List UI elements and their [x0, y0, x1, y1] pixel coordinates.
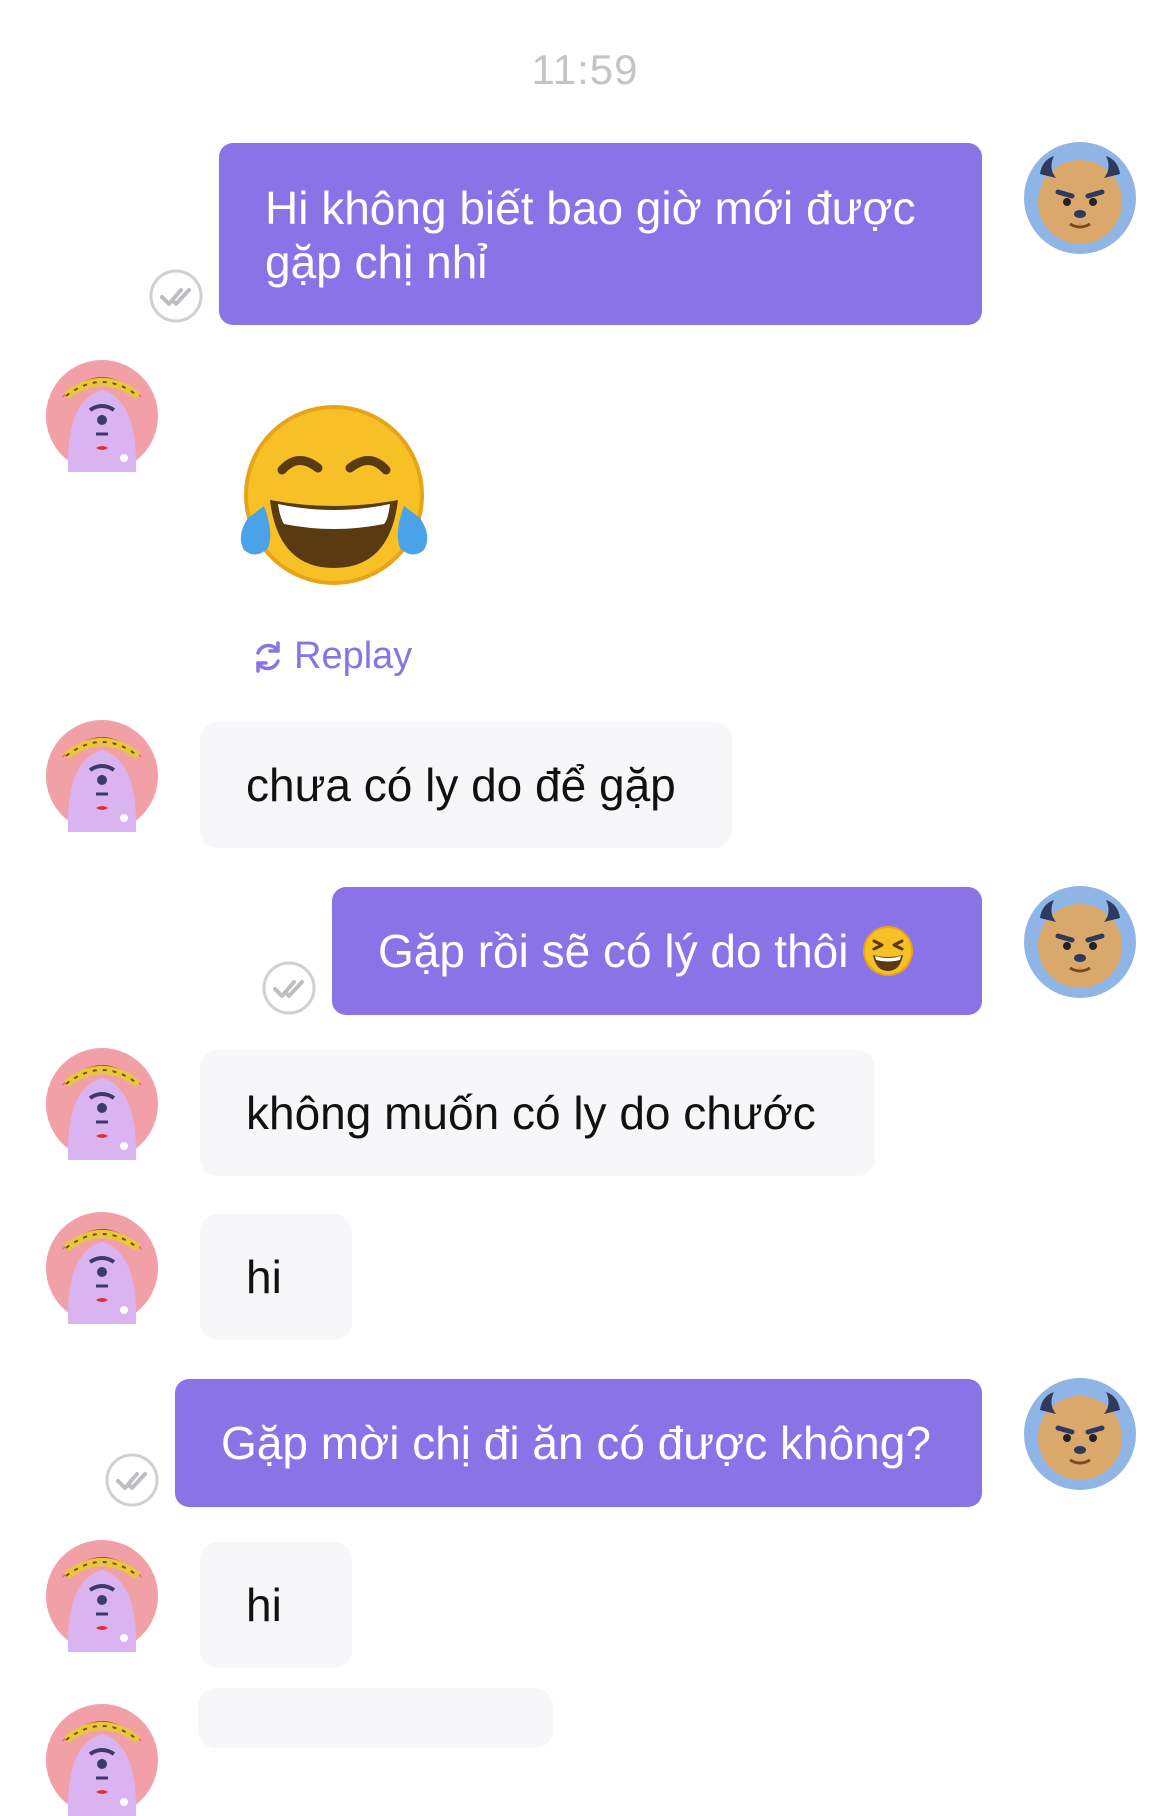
outgoing-message-bubble[interactable]: Gặp rồi sẽ có lý do thôi [332, 887, 982, 1015]
replay-icon [256, 640, 280, 673]
pink-monster-avatar-icon[interactable] [46, 1704, 158, 1816]
replay-button[interactable]: Replay [250, 635, 412, 678]
seen-double-check-icon [148, 268, 204, 324]
message-text: không muốn có ly do chước [246, 1087, 816, 1139]
pink-monster-avatar-icon[interactable] [46, 1048, 158, 1160]
laughing-tears-emoji-icon[interactable] [234, 400, 434, 590]
grinning-squinting-emoji-icon [863, 926, 914, 976]
message-text: Hi không biết bao giờ mới được gặp chị n… [265, 182, 916, 288]
bull-avatar-icon[interactable] [1024, 886, 1136, 998]
incoming-message-bubble[interactable]: chưa có ly do để gặp [200, 722, 732, 848]
message-text: hi [246, 1251, 282, 1303]
incoming-message-bubble[interactable]: không muốn có ly do chước [200, 1050, 875, 1176]
incoming-message-bubble[interactable]: hi [200, 1542, 352, 1668]
replay-label: Replay [294, 635, 413, 677]
outgoing-message-bubble[interactable]: Hi không biết bao giờ mới được gặp chị n… [219, 143, 982, 325]
seen-double-check-icon [261, 960, 317, 1016]
message-text: hi [246, 1579, 282, 1631]
bull-avatar-icon[interactable] [1024, 142, 1136, 254]
message-text: chưa có ly do để gặp [246, 759, 676, 811]
bull-avatar-icon[interactable] [1024, 1378, 1136, 1490]
outgoing-message-bubble[interactable]: Gặp mời chị đi ăn có được không? [175, 1379, 982, 1507]
message-text: Gặp rồi sẽ có lý do thôi [378, 925, 849, 977]
seen-double-check-icon [104, 1452, 160, 1508]
message-timestamp: 11:59 [531, 46, 639, 93]
pink-monster-avatar-icon[interactable] [46, 360, 158, 472]
pink-monster-avatar-icon[interactable] [46, 1540, 158, 1652]
incoming-message-bubble-partial[interactable] [198, 1688, 553, 1748]
pink-monster-avatar-icon[interactable] [46, 720, 158, 832]
pink-monster-avatar-icon[interactable] [46, 1212, 158, 1324]
incoming-message-bubble[interactable]: hi [200, 1214, 352, 1340]
message-text: Gặp mời chị đi ăn có được không? [221, 1417, 931, 1469]
